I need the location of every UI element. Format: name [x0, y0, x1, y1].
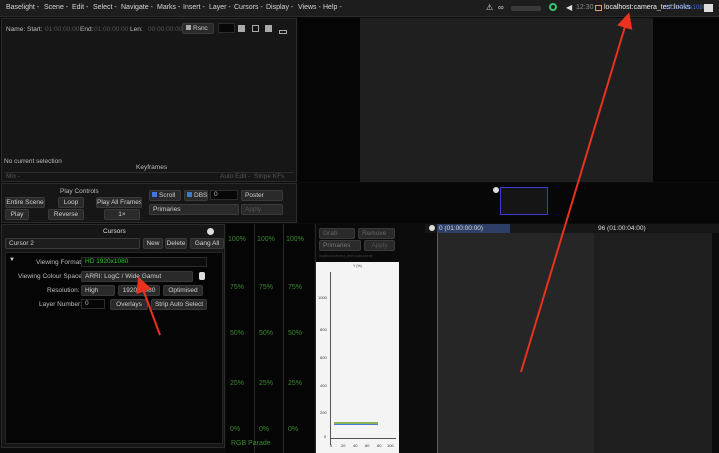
arrow-to-host: [520, 12, 633, 373]
arrow-to-viewing-format: [136, 276, 161, 336]
annotation-arrows: [136, 12, 633, 373]
